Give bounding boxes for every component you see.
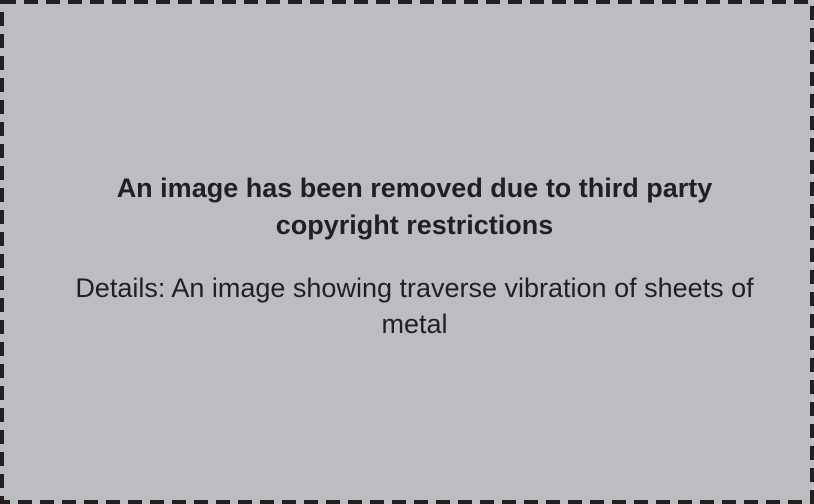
notice-title: An image has been removed due to third p…	[116, 173, 713, 240]
notice-details: Details: An image showing traverse vibra…	[75, 273, 754, 339]
removed-image-placeholder: An image has been removed due to third p…	[0, 0, 814, 504]
notice-text-block: An image has been removed due to third p…	[70, 170, 759, 342]
